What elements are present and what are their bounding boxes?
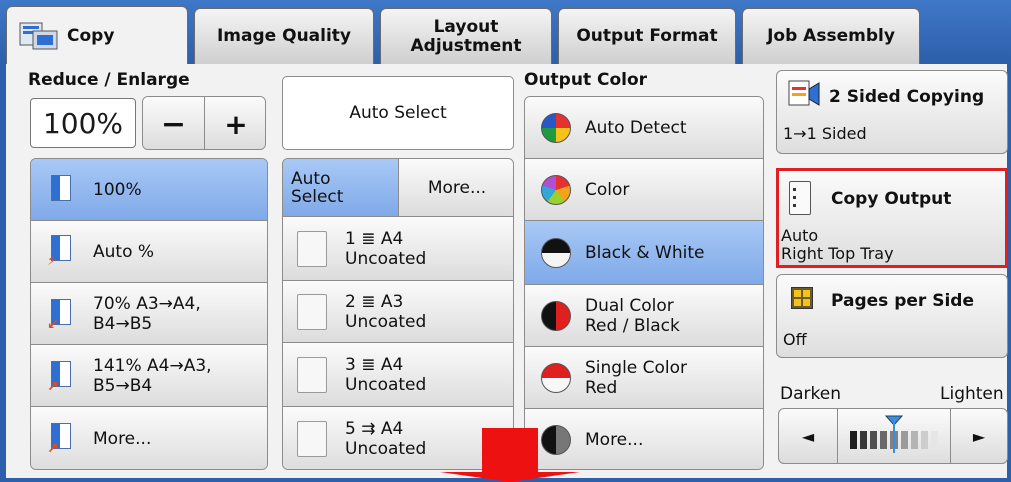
tab-label: Job Assembly xyxy=(767,26,895,46)
paper-tab-auto-select[interactable]: Auto Select xyxy=(283,159,399,217)
preset-label: 141% A4→A3, B5→B4 xyxy=(93,355,212,396)
two-sided-icon xyxy=(788,80,820,106)
tray-3[interactable]: 3 ≣ A4 Uncoated xyxy=(283,343,513,407)
two-sided-value: 1→1 Sided xyxy=(783,124,867,143)
color-black-white[interactable]: Black & White xyxy=(525,221,763,285)
pages-per-side-icon xyxy=(791,287,813,309)
density-tick xyxy=(870,431,878,449)
tray-checkbox xyxy=(297,421,327,457)
tray-size: 1 ≣ A4 xyxy=(345,228,404,249)
resize-arrow-icon: ↗ xyxy=(47,441,59,457)
preset-label: Auto % xyxy=(93,241,155,262)
lighten-label: Lighten xyxy=(940,384,1004,404)
tray-1[interactable]: 1 ≣ A4 Uncoated xyxy=(283,217,513,281)
color-option-label: Dual Color Red / Black xyxy=(585,295,680,336)
tray-type: Uncoated xyxy=(345,439,427,459)
density-tick xyxy=(910,431,918,449)
density-tick xyxy=(930,431,938,449)
down-arrow-annotation xyxy=(440,428,580,482)
density-tick xyxy=(920,431,928,449)
color-option-label: Color xyxy=(585,179,630,200)
dual-color-icon xyxy=(541,300,571,331)
paper-tab-label: Auto Select xyxy=(291,168,344,207)
pages-per-side-title: Pages per Side xyxy=(831,291,974,311)
color-wheel-icon xyxy=(541,174,571,205)
output-color-title: Output Color xyxy=(524,70,648,90)
two-sided-title: 2 Sided Copying xyxy=(829,87,985,107)
paper-tray-list: Auto Select More... 1 ≣ A4 Uncoated 2 ≣ … xyxy=(282,158,514,470)
tab-label: Copy xyxy=(67,26,115,46)
paper-auto-select-button[interactable]: Auto Select xyxy=(282,76,514,150)
tray-type: Uncoated xyxy=(345,374,427,395)
reduce-arrow-icon: ↙ xyxy=(47,317,59,333)
copy-output-title: Copy Output xyxy=(831,189,952,209)
lighter-button[interactable]: ► xyxy=(950,408,1008,464)
density-slider[interactable] xyxy=(838,408,950,464)
tab-label: Layout Adjustment xyxy=(410,16,522,56)
pages-per-side-button[interactable]: Pages per Side Off xyxy=(776,274,1008,358)
tray-size: 5 ⇉ A4 xyxy=(345,419,404,439)
color-dual-red-black[interactable]: Dual Color Red / Black xyxy=(525,285,763,347)
zoom-plus-button[interactable]: + xyxy=(205,97,265,149)
two-sided-copying-button[interactable]: 2 Sided Copying 1→1 Sided xyxy=(776,70,1008,154)
copy-output-icon xyxy=(789,181,811,215)
color-option-label: Black & White xyxy=(585,242,705,263)
color-auto-detect[interactable]: Auto Detect xyxy=(525,97,763,159)
preset-70[interactable]: ↙ 70% A3→A4, B4→B5 xyxy=(31,283,267,345)
preset-141[interactable]: ↗ 141% A4→A3, B5→B4 xyxy=(31,345,267,407)
preset-label: 70% A3→A4, B4→B5 xyxy=(93,293,201,334)
tray-size: 3 ≣ A4 xyxy=(345,354,404,375)
preset-label: More... xyxy=(93,429,152,449)
copy-output-button[interactable]: Copy Output Auto Right Top Tray xyxy=(776,168,1008,268)
zoom-stepper: − + xyxy=(142,96,266,150)
tab-copy[interactable]: Copy xyxy=(6,6,188,66)
auto-lightning-icon: ⚡ xyxy=(47,253,57,269)
tab-image-quality[interactable]: Image Quality xyxy=(194,8,374,64)
tray-checkbox xyxy=(297,293,327,330)
tray-2[interactable]: 2 ≣ A3 Uncoated xyxy=(283,281,513,343)
preset-label: 100% xyxy=(93,179,142,200)
tray-type: Uncoated xyxy=(345,248,427,269)
black-white-icon xyxy=(541,237,571,268)
output-color-list: Auto Detect Color Black & White Dual Col… xyxy=(524,96,764,470)
tray-size: 2 ≣ A3 xyxy=(345,291,404,312)
color-option-label: Single Color Red xyxy=(585,357,688,398)
density-tick xyxy=(850,431,858,449)
copy-output-value-line2: Right Top Tray xyxy=(781,244,894,263)
auto-detect-icon xyxy=(541,112,571,143)
copy-screen: Copy Image Quality Layout Adjustment Out… xyxy=(0,0,1011,482)
tab-label: Image Quality xyxy=(216,26,352,46)
color-option-label: Auto Detect xyxy=(585,117,687,138)
density-indicator-icon xyxy=(885,415,903,453)
tab-output-format[interactable]: Output Format xyxy=(558,8,736,64)
preset-more-button[interactable]: ↗ More... xyxy=(31,407,267,469)
tray-type: Uncoated xyxy=(345,311,427,332)
preset-auto[interactable]: ⚡ Auto % xyxy=(31,221,267,283)
tray-checkbox xyxy=(297,230,327,267)
single-color-icon xyxy=(541,362,571,393)
pages-per-side-value: Off xyxy=(783,330,807,349)
page-icon xyxy=(51,175,71,201)
darker-button[interactable]: ◄ xyxy=(778,408,838,464)
paper-tab-more[interactable]: More... xyxy=(399,159,513,217)
copy-icon xyxy=(19,22,58,50)
zoom-value-display: 100% xyxy=(30,98,136,148)
zoom-preset-list: 100% ⚡ Auto % ↙ 70% A3→A4, B4→B5 ↗ 141% … xyxy=(30,158,268,470)
density-tick xyxy=(860,431,868,449)
tab-layout-adjustment[interactable]: Layout Adjustment xyxy=(380,8,552,64)
tab-job-assembly[interactable]: Job Assembly xyxy=(742,8,920,64)
reduce-enlarge-title: Reduce / Enlarge xyxy=(28,70,190,90)
zoom-minus-button[interactable]: − xyxy=(143,97,205,149)
preset-100[interactable]: 100% xyxy=(31,159,267,221)
copy-output-value-line1: Auto xyxy=(781,226,819,245)
copy-settings-panel: Reduce / Enlarge 100% − + 100% ⚡ Auto % … xyxy=(0,64,1011,482)
darken-label: Darken xyxy=(780,384,841,404)
color-option-label: More... xyxy=(585,430,644,450)
tab-bar: Copy Image Quality Layout Adjustment Out… xyxy=(0,0,1011,66)
tab-label: Output Format xyxy=(576,26,718,46)
color-single-red[interactable]: Single Color Red xyxy=(525,347,763,409)
color-full-color[interactable]: Color xyxy=(525,159,763,221)
tray-checkbox xyxy=(297,356,327,393)
enlarge-arrow-icon: ↗ xyxy=(47,379,59,395)
